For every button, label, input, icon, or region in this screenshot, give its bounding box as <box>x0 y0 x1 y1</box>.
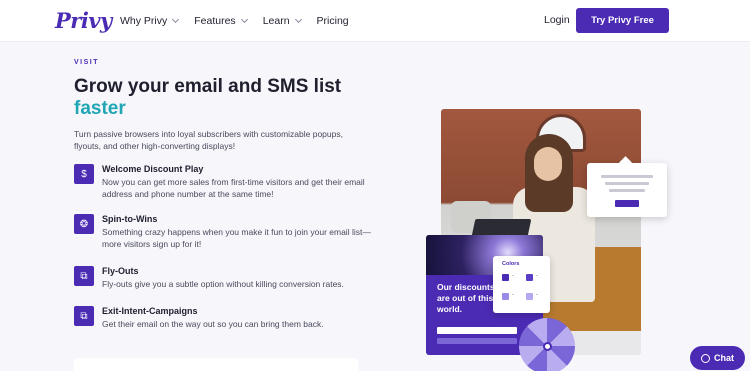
feature-description: Now you can get more sales from first-ti… <box>102 177 365 199</box>
section-eyebrow: VISIT <box>74 59 100 66</box>
feature-title: Spin-to-Wins <box>102 214 158 224</box>
swatch-dash: - <box>536 292 538 298</box>
exit-intent-icon: ⧉ <box>74 306 94 326</box>
popup-mockup <box>587 156 667 217</box>
popup-line <box>609 189 645 192</box>
feature-description: Something crazy happens when you make it… <box>102 227 371 249</box>
top-navigation-bar: Privy Why Privy Features Learn Pricing L… <box>0 0 750 42</box>
promo-email-input <box>437 327 517 334</box>
color-swatch <box>502 293 509 300</box>
popup-line <box>601 175 653 178</box>
dollar-icon: $ <box>74 164 94 184</box>
feature-description: Fly-outs give you a subtle option withou… <box>102 279 344 289</box>
try-privy-free-button[interactable]: Try Privy Free <box>576 8 669 33</box>
colors-label: Colors <box>502 261 520 267</box>
nav-label: Pricing <box>316 15 349 27</box>
nav-item-why-privy[interactable]: Why Privy <box>120 15 180 27</box>
nav-item-pricing[interactable]: Pricing <box>317 15 349 27</box>
promo-submit-button <box>437 338 517 344</box>
nav-label: Why Privy <box>120 15 168 27</box>
chat-bubble-icon <box>701 353 710 363</box>
chevron-down-icon <box>240 15 248 24</box>
flyout-icon: ⧉ <box>74 266 94 286</box>
color-swatch <box>502 274 509 281</box>
chat-button[interactable]: Chat <box>690 346 745 370</box>
color-swatch <box>526 293 533 300</box>
chevron-down-icon <box>172 15 180 24</box>
color-swatch <box>526 274 533 281</box>
nav-item-learn[interactable]: Learn <box>262 15 302 27</box>
swatch-dash: - <box>512 273 514 279</box>
content-card <box>74 358 358 371</box>
spin-icon: ❂ <box>74 214 94 234</box>
main-nav: Why Privy Features Learn Pricing <box>120 0 349 42</box>
nav-label: Features <box>194 15 236 27</box>
hero-title: Grow your email and SMS list <box>74 76 342 97</box>
person-face <box>534 147 562 181</box>
popup-line <box>605 182 649 185</box>
colors-panel: Colors - - - - <box>493 256 550 313</box>
hero-intro: Turn passive browsers into loyal subscri… <box>74 129 343 151</box>
nav-item-features[interactable]: Features <box>194 15 248 27</box>
spin-wheel <box>519 318 575 371</box>
feature-title: Exit-Intent-Campaigns <box>102 306 198 316</box>
popup-button <box>615 200 639 207</box>
swatch-dash: - <box>512 292 514 298</box>
nav-label: Learn <box>262 15 290 27</box>
chat-label: Chat <box>714 353 734 363</box>
swatch-dash: - <box>536 273 538 279</box>
feature-title: Welcome Discount Play <box>102 164 204 174</box>
hero-title-highlight: faster <box>74 98 126 119</box>
login-link[interactable]: Login <box>544 14 570 26</box>
privy-logo[interactable]: Privy <box>55 8 112 33</box>
spin-wheel-hub <box>543 342 552 351</box>
feature-title: Fly-Outs <box>102 266 139 276</box>
feature-description: Get their email on the way out so you ca… <box>102 319 324 329</box>
chevron-down-icon <box>294 15 302 24</box>
